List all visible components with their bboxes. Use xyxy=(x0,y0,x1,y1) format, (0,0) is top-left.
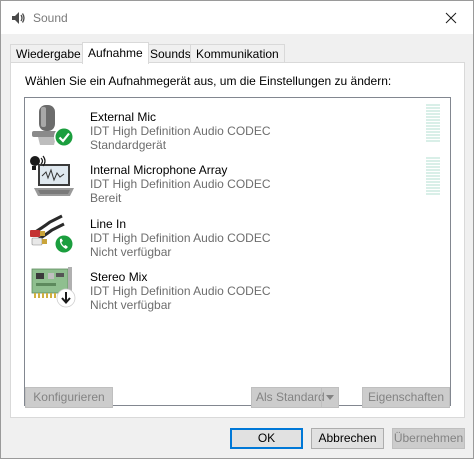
device-item-line-in[interactable]: Line In IDT High Definition Audio CODEC … xyxy=(25,208,450,260)
device-driver: IDT High Definition Audio CODEC xyxy=(90,124,271,138)
ok-button[interactable]: OK xyxy=(230,428,303,449)
device-list[interactable]: External Mic IDT High Definition Audio C… xyxy=(24,97,451,406)
device-name: External Mic xyxy=(90,110,157,124)
microphone-icon xyxy=(32,105,74,147)
device-status: Bereit xyxy=(90,191,122,205)
properties-button[interactable]: Eigenschaften xyxy=(362,387,450,408)
apply-button[interactable]: Übernehmen xyxy=(392,428,465,449)
device-item-external-mic[interactable]: External Mic IDT High Definition Audio C… xyxy=(25,101,450,153)
default-check-badge xyxy=(54,127,74,147)
cancel-button[interactable]: Abbrechen xyxy=(311,428,384,449)
rca-cable-icon xyxy=(30,214,74,254)
chevron-down-icon xyxy=(326,395,334,400)
device-status: Nicht verfügbar xyxy=(90,298,172,312)
device-name: Internal Microphone Array xyxy=(90,163,228,177)
close-button[interactable] xyxy=(429,1,473,34)
device-driver: IDT High Definition Audio CODEC xyxy=(90,177,271,191)
set-default-split-button[interactable]: Als Standard xyxy=(251,387,339,408)
title-bar[interactable]: Sound xyxy=(1,1,473,34)
device-status: Nicht verfügbar xyxy=(90,245,172,259)
device-driver: IDT High Definition Audio CODEC xyxy=(90,284,271,298)
recording-panel: Wählen Sie ein Aufnahmegerät aus, um die… xyxy=(10,62,465,418)
tab-wiedergabe[interactable]: Wiedergabe xyxy=(10,44,87,63)
tab-kommunikation[interactable]: Kommunikation xyxy=(190,44,285,63)
sound-dialog: Sound Wiedergabe Aufnahme Sounds Kommuni… xyxy=(0,0,474,459)
device-name: Line In xyxy=(90,217,127,231)
set-default-dropdown[interactable] xyxy=(321,388,338,407)
device-item-internal-microphone-array[interactable]: Internal Microphone Array IDT High Defin… xyxy=(25,154,450,206)
close-icon xyxy=(445,12,457,23)
level-meter xyxy=(426,104,440,142)
laptop-microphone-icon xyxy=(30,155,74,196)
configure-button[interactable]: Konfigurieren xyxy=(25,387,113,408)
tab-sounds[interactable]: Sounds xyxy=(144,44,197,63)
instruction-text: Wählen Sie ein Aufnahmegerät aus, um die… xyxy=(25,74,392,88)
level-meter xyxy=(426,157,440,195)
down-arrow-badge xyxy=(56,288,76,308)
phone-badge xyxy=(54,234,74,254)
device-status: Standardgerät xyxy=(90,138,167,152)
tab-aufnahme[interactable]: Aufnahme xyxy=(82,42,149,64)
window-title: Sound xyxy=(33,11,68,25)
device-driver: IDT High Definition Audio CODEC xyxy=(90,231,271,245)
speaker-icon xyxy=(12,12,25,24)
device-item-stereo-mix[interactable]: Stereo Mix IDT High Definition Audio COD… xyxy=(25,261,450,313)
device-name: Stereo Mix xyxy=(90,270,148,284)
sound-card-icon xyxy=(31,267,76,308)
set-default-label: Als Standard xyxy=(256,390,325,404)
